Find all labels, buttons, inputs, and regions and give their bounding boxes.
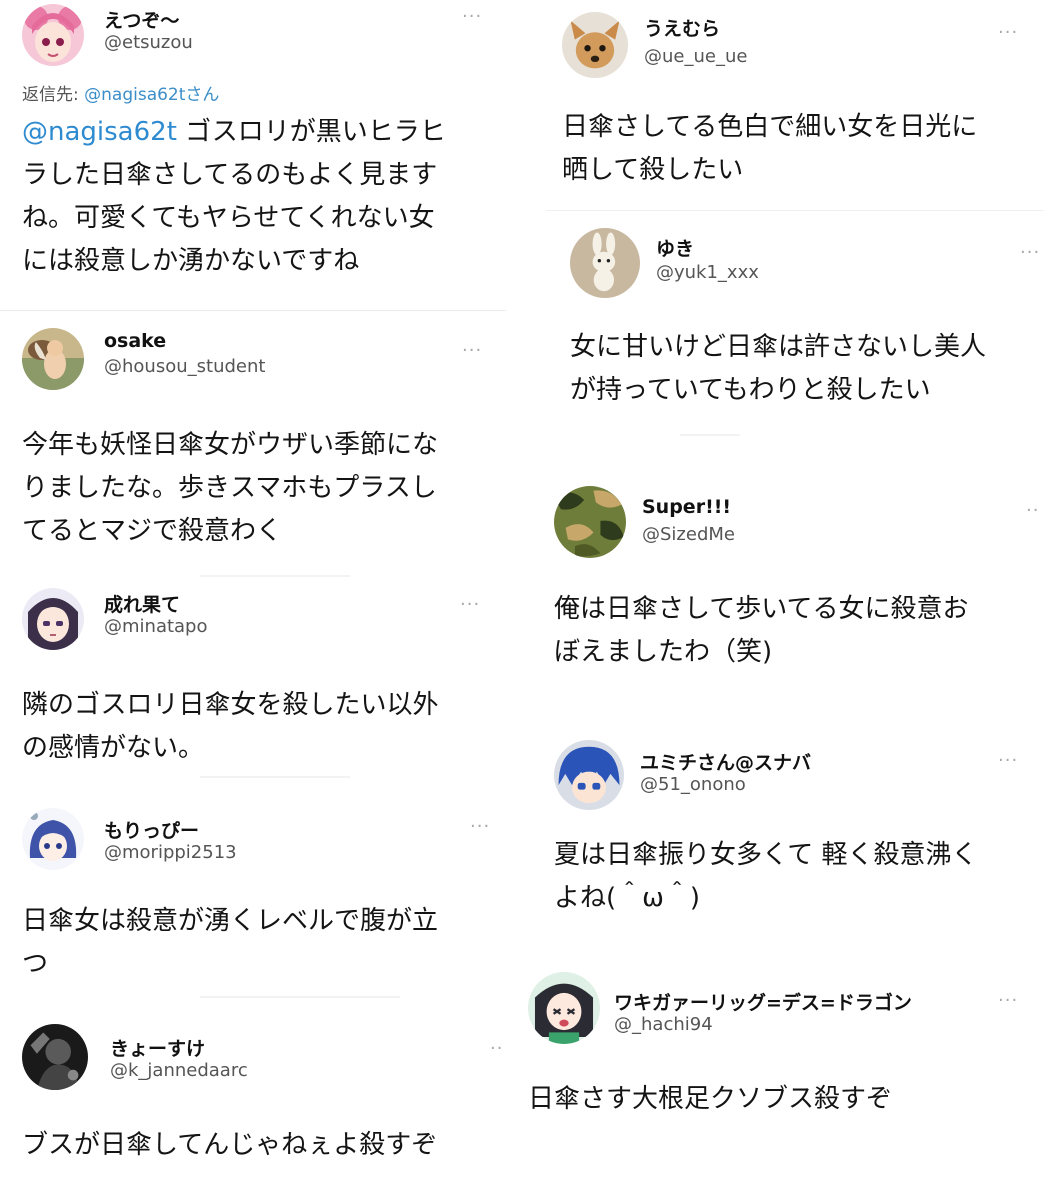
divider <box>546 210 1044 211</box>
user-handle[interactable]: @51_onono <box>640 774 746 795</box>
tweet-text: 女に甘いけど日傘は許さないし美人 が持っていてもわりと殺したい <box>570 332 987 405</box>
display-name[interactable]: えつぞ〜 <box>104 6 179 33</box>
more-options-icon[interactable]: ··· <box>998 752 1018 770</box>
more-options-icon[interactable]: ··· <box>462 342 482 360</box>
display-name[interactable]: 成れ果て <box>104 590 180 617</box>
display-name[interactable]: きょーすけ <box>110 1034 205 1061</box>
avatar-dark-hair-anime-girl-icon <box>22 588 84 650</box>
avatar-blue-hair-anime-boy-icon <box>554 740 624 810</box>
divider <box>200 776 350 778</box>
tweet-text: 日傘女は殺意が湧くレベルで腹が立 つ <box>22 906 439 979</box>
avatar-camo-pattern-icon <box>554 486 626 558</box>
tweet-text: @nagisa62t ゴスロリが黒いヒラヒ ラした日傘さしてるのもよく見ます ね… <box>22 111 502 283</box>
display-name[interactable]: ワキガァーリッグ=デス=ドラゴン <box>614 988 912 1015</box>
display-name[interactable]: ユミチさん@スナバ <box>640 748 811 775</box>
avatar[interactable] <box>22 328 84 390</box>
divider <box>0 310 506 311</box>
tweet-card[interactable]: ゆき @yuk1_xxx ··· 女に甘いけど日傘は許さないし美人 が持っていて… <box>570 228 1040 418</box>
avatar[interactable] <box>22 4 84 66</box>
divider <box>200 575 350 577</box>
reply-context: 返信先: @nagisa62tさん <box>22 80 219 105</box>
more-options-icon[interactable]: ··· <box>998 992 1018 1010</box>
more-options-icon[interactable]: ··· <box>460 596 480 614</box>
tweet-card[interactable]: ユミチさん@スナバ @51_onono ··· 夏は日傘振り女多くて 軽く殺意沸… <box>554 740 1034 930</box>
user-handle[interactable]: @minatapo <box>104 616 208 637</box>
tweet-text: 今年も妖怪日傘女がウザい季節にな りましたな。歩きスマホもプラスし てるとマジで… <box>22 430 439 546</box>
tweet-card[interactable]: 成れ果て @minatapo ··· 隣のゴスロリ日傘女を殺したい以外 の感情が… <box>22 588 502 768</box>
tweet-text: 日傘さす大根足クソブス殺すぞ <box>528 1084 893 1114</box>
user-handle[interactable]: @housou_student <box>104 356 265 377</box>
display-name[interactable]: うえむら <box>644 14 720 41</box>
avatar[interactable] <box>570 228 640 298</box>
tweet-text: 夏は日傘振り女多くて 軽く殺意沸く よね(＾ω＾) <box>554 840 978 913</box>
avatar-monochrome-photo-icon <box>22 1024 88 1090</box>
avatar-dog-photo-icon <box>562 12 628 78</box>
user-handle[interactable]: @_hachi94 <box>614 1014 713 1035</box>
tweet-text: ブスが日傘してんじゃねぇよ殺すぞ <box>22 1130 438 1160</box>
avatar[interactable] <box>554 740 624 810</box>
avatar[interactable] <box>528 972 600 1044</box>
user-handle[interactable]: @yuk1_xxx <box>656 262 759 283</box>
mention-link[interactable]: @nagisa62t <box>22 117 177 147</box>
avatar[interactable] <box>562 12 628 78</box>
tweet-text: 日傘さしてる色白で細い女を日光に 晒して殺したい <box>562 112 978 185</box>
avatar-blue-hair-chibi-icon <box>22 808 84 870</box>
avatar-cherub-painting-icon <box>22 328 84 390</box>
tweet-card[interactable]: Super!!! @SizedMe ·· 俺は日傘さして歩いてる女に殺意お ぼえ… <box>554 486 1044 686</box>
tweet-card[interactable]: osake @housou_student ··· 今年も妖怪日傘女がウザい季節… <box>22 328 502 552</box>
more-options-icon[interactable]: ··· <box>1020 244 1040 262</box>
column-divider <box>512 0 518 1200</box>
more-options-icon[interactable]: ··· <box>470 818 490 836</box>
user-handle[interactable]: @etsuzou <box>104 32 193 53</box>
user-handle[interactable]: @ue_ue_ue <box>644 46 747 67</box>
user-handle[interactable]: @SizedMe <box>642 524 735 545</box>
more-options-icon[interactable]: ·· <box>490 1040 503 1058</box>
tweet-card[interactable]: ワキガァーリッグ=デス=ドラゴン @_hachi94 ··· 日傘さす大根足クソ… <box>528 972 1034 1152</box>
display-name[interactable]: ゆき <box>656 234 694 261</box>
more-options-icon[interactable]: ··· <box>462 8 482 26</box>
avatar-dark-hair-anime-girl-green-icon <box>528 972 600 1044</box>
divider <box>200 996 400 998</box>
avatar[interactable] <box>22 588 84 650</box>
display-name[interactable]: もりっぴー <box>104 816 199 843</box>
reply-prefix: 返信先: <box>22 85 85 105</box>
tweet-card[interactable]: うえむら @ue_ue_ue ··· 日傘さしてる色白で細い女を日光に 晒して殺… <box>562 12 1032 192</box>
user-handle[interactable]: @morippi2513 <box>104 842 237 863</box>
user-handle[interactable]: @k_jannedaarc <box>110 1060 248 1081</box>
tweet-card[interactable]: きょーすけ @k_jannedaarc ·· ブスが日傘してんじゃねぇよ殺すぞ <box>22 1024 512 1194</box>
avatar[interactable] <box>22 1024 88 1090</box>
tweet-card[interactable]: えつぞ〜 @etsuzou ··· 返信先: @nagisa62tさん @nag… <box>22 4 502 276</box>
avatar[interactable] <box>22 808 84 870</box>
reply-suffix: さん <box>185 85 220 105</box>
avatar-pink-hair-anime-girl-icon <box>22 4 84 66</box>
display-name[interactable]: Super!!! <box>642 496 731 518</box>
more-options-icon[interactable]: ··· <box>998 24 1018 42</box>
tweet-text: 俺は日傘さして歩いてる女に殺意お ぼえましたわ（笑) <box>554 594 969 667</box>
tweet-text: 隣のゴスロリ日傘女を殺したい以外 の感情がない。 <box>22 690 439 763</box>
divider <box>680 434 740 436</box>
tweet-card[interactable]: もりっぴー @morippi2513 ··· 日傘女は殺意が湧くレベルで腹が立 … <box>22 808 502 988</box>
display-name[interactable]: osake <box>104 330 166 352</box>
avatar[interactable] <box>554 486 626 558</box>
reply-mention-link[interactable]: @nagisa62t <box>84 85 185 105</box>
more-options-icon[interactable]: ·· <box>1026 502 1039 520</box>
avatar-bunny-plush-icon <box>570 228 640 298</box>
